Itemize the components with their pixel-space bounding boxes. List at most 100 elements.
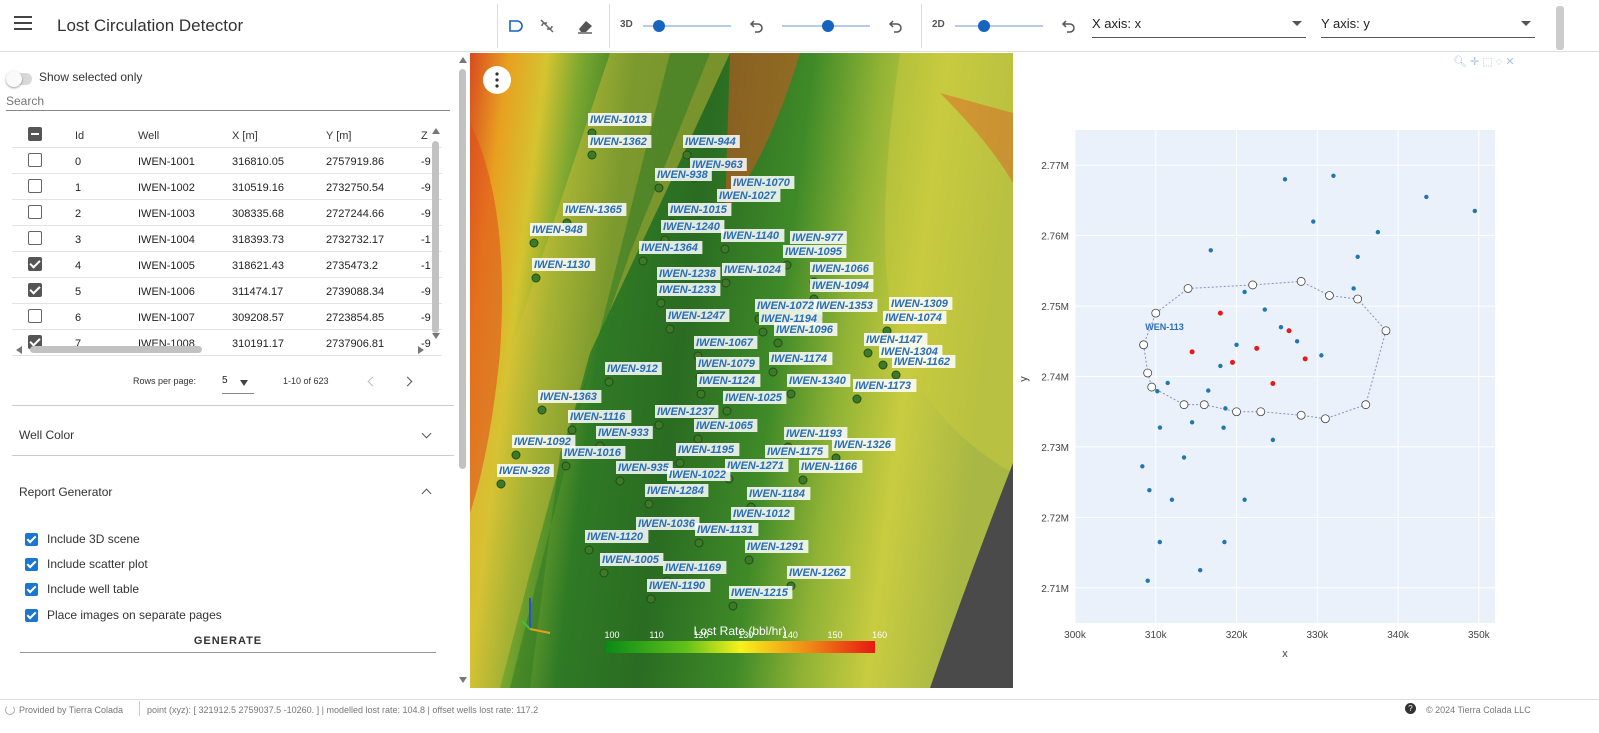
table-row[interactable]: 2 IWEN-1003 308335.68 2727244.66 -9 [12,200,442,226]
lasso-select-icon[interactable] [507,17,525,35]
well-label[interactable]: IWEN-1074 [885,312,942,324]
help-icon[interactable]: ? [1405,703,1416,714]
slider-3d-a[interactable] [643,20,731,32]
well-label[interactable]: IWEN-1022 [669,469,726,481]
slider-3d-b[interactable] [782,20,870,32]
scatter-plot-panel[interactable]: 🔍︎ ✛ ⬚ ◌ ✕ 2.71M 2.72M 2.73M 2.74M 2.75M 2.76… [1013,53,1599,690]
lasso-vertex[interactable] [1325,291,1334,300]
pan-icon[interactable]: ✛ [1470,56,1479,68]
show-selected-toggle[interactable] [6,71,32,87]
lasso-vertex[interactable] [1256,407,1266,417]
data-point[interactable] [1270,437,1276,443]
lasso-vertex[interactable] [1232,407,1241,417]
scroll-right-icon[interactable] [418,346,424,354]
well-label[interactable]: IWEN-1027 [719,190,777,202]
data-point[interactable] [1222,539,1227,545]
data-point[interactable] [1197,567,1203,573]
scroll-up-icon[interactable] [459,57,467,63]
well-marker[interactable] [638,256,648,266]
well-label[interactable]: IWEN-1072 [757,300,814,312]
well-marker[interactable] [599,568,609,578]
slider-2d[interactable] [955,20,1043,32]
expand-icon[interactable] [421,428,432,439]
panel-scrollbar[interactable] [459,69,466,469]
well-marker[interactable] [682,150,692,160]
slider-knob[interactable] [652,20,665,32]
lasso-vertex[interactable] [1353,294,1363,304]
data-point[interactable] [1145,578,1150,583]
row-checkbox[interactable] [28,179,42,193]
well-label[interactable]: IWEN-1079 [698,358,756,370]
menu-icon[interactable] [14,16,32,30]
well-marker[interactable] [696,389,706,399]
well-label[interactable]: IWEN-1353 [816,300,873,312]
well-label[interactable]: IWEN-1173 [855,380,911,392]
data-point[interactable] [1278,325,1284,330]
table-row[interactable]: 6 IWEN-1007 309208.57 2723854.85 -9 [12,304,442,330]
table-row[interactable]: 3 IWEN-1004 318393.73 2732732.17 -1 [12,226,442,252]
scrollbar[interactable] [1556,6,1564,50]
well-label[interactable]: IWEN-1065 [696,420,754,432]
lasso-vertex[interactable] [1199,400,1209,410]
row-checkbox[interactable] [28,231,42,245]
data-point[interactable] [1157,539,1163,545]
data-point[interactable] [1294,339,1300,344]
separate-pages-checkbox[interactable] [25,609,38,622]
generate-button[interactable]: GENERATE [20,631,436,653]
well-label[interactable]: IWEN-1095 [785,246,843,258]
well-marker[interactable] [604,377,614,387]
well-marker[interactable] [615,476,625,486]
x-axis-select[interactable]: X axis: x [1092,16,1306,38]
data-point[interactable] [1282,177,1288,182]
well-label[interactable]: IWEN-1175 [767,446,824,458]
data-point[interactable] [1242,497,1247,502]
well-marker[interactable] [537,405,547,415]
data-point[interactable] [1302,356,1308,362]
reset-icon[interactable] [748,17,766,35]
well-label[interactable]: IWEN-1015 [670,204,728,216]
data-point[interactable] [1165,380,1170,386]
data-point[interactable] [1242,289,1247,295]
data-point[interactable] [1270,381,1276,387]
data-point[interactable] [1234,342,1239,348]
include-scatter-checkbox[interactable] [25,558,38,571]
well-label[interactable]: IWEN-1024 [724,264,781,276]
well-marker[interactable] [529,238,539,248]
well-label[interactable]: IWEN-1131 [697,524,753,536]
data-point[interactable] [1351,286,1356,291]
well-label[interactable]: IWEN-1237 [657,406,715,418]
well-label[interactable]: IWEN-1096 [776,324,834,336]
data-point[interactable] [1230,359,1235,365]
column-header[interactable]: Z [421,130,428,142]
column-header[interactable]: Id [75,130,84,142]
well-label[interactable]: IWEN-1215 [731,587,789,599]
well-marker[interactable] [665,324,675,334]
well-label[interactable]: IWEN-1005 [602,554,660,566]
table-row[interactable]: 0 IWEN-1001 316810.05 2757919.86 -9 [12,148,442,174]
data-point[interactable] [1140,464,1145,469]
well-color-header[interactable]: Well Color [19,428,74,442]
well-marker[interactable] [722,406,732,416]
unlink-icon[interactable] [538,17,556,35]
well-label[interactable]: IWEN-944 [685,136,736,148]
data-point[interactable] [1262,307,1268,312]
well-marker[interactable] [721,278,731,288]
data-point[interactable] [1217,310,1223,316]
well-label[interactable]: IWEN-1016 [564,447,622,459]
include-table-checkbox[interactable] [25,583,38,596]
data-point[interactable] [1286,328,1292,334]
lasso-vertex[interactable] [1147,382,1157,392]
data-point[interactable] [1223,406,1228,411]
well-label[interactable]: IWEN-1291 [747,541,804,553]
collapse-icon[interactable] [421,488,432,499]
scroll-down-icon[interactable] [459,677,467,683]
well-label[interactable]: IWEN-1364 [641,242,698,254]
well-marker[interactable] [744,555,754,565]
well-marker[interactable] [654,183,664,193]
lasso-vertex[interactable] [1183,284,1193,293]
select-all-checkbox[interactable] [28,127,42,141]
well-label[interactable]: IWEN-1066 [812,263,870,275]
lasso-vertex[interactable] [1139,340,1149,350]
slider-knob[interactable] [821,20,834,32]
well-label[interactable]: IWEN-1184 [749,488,805,500]
